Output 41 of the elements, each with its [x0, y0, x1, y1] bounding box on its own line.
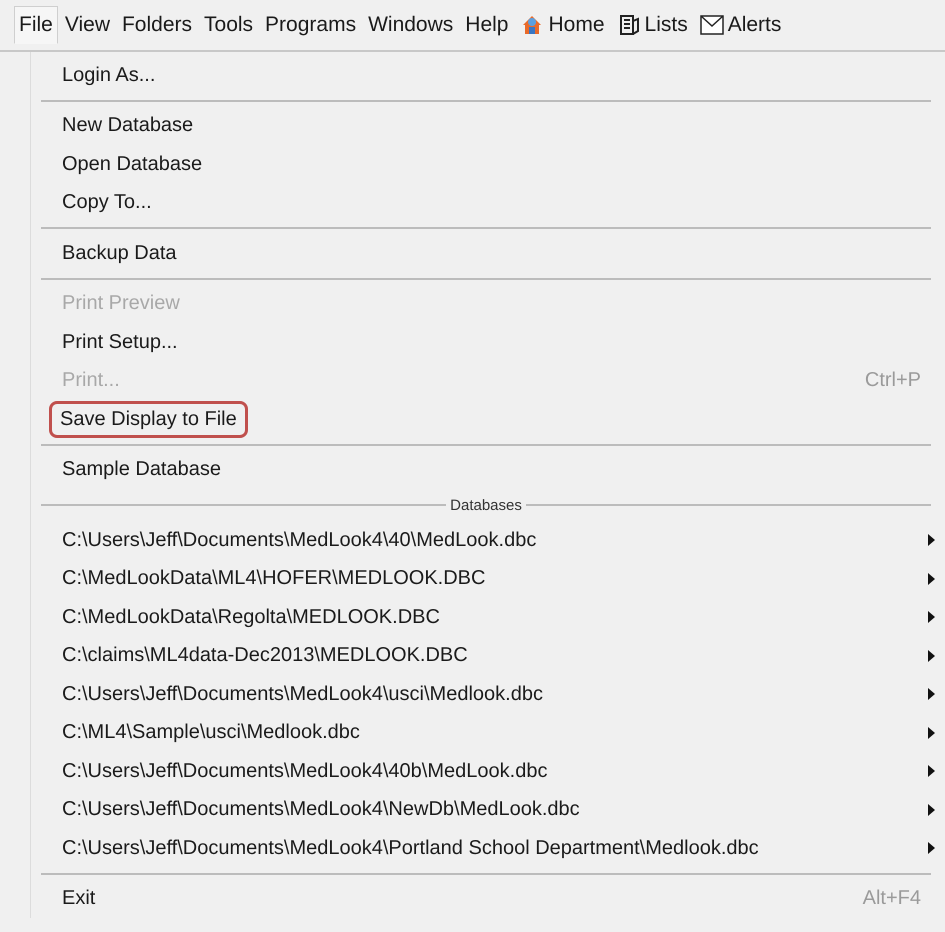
- submenu-arrow-icon: [928, 726, 935, 739]
- menu-bar-item[interactable]: Folders: [116, 6, 198, 44]
- menu-item[interactable]: Open Database: [55, 146, 210, 182]
- menu-item[interactable]: Sample Database: [55, 452, 228, 488]
- menu-item[interactable]: Backup Data: [55, 236, 184, 271]
- menu-item[interactable]: C:\claims\ML4data-Dec2013\MEDLOOK.DBC: [55, 638, 475, 674]
- submenu-arrow-icon: [928, 765, 935, 778]
- menu-bar-item[interactable]: Home: [515, 6, 610, 44]
- menu-bar-item[interactable]: Help: [460, 6, 514, 44]
- menu-item[interactable]: C:\Users\Jeff\Documents\MedLook4\40\MedLook.dbc: [55, 522, 544, 558]
- menu-item[interactable]: Login As...: [55, 58, 162, 93]
- section-header: Databases: [449, 496, 523, 514]
- submenu-arrow-icon: [928, 572, 935, 585]
- menu-bar-item[interactable]: Programs: [260, 6, 362, 44]
- menu-bar-item[interactable]: Alerts: [694, 6, 786, 44]
- envelope-icon: [700, 13, 724, 37]
- menu-item[interactable]: Copy To...: [55, 185, 159, 220]
- menu-item[interactable]: New Database: [55, 108, 200, 144]
- menu-item[interactable]: Save Display to File: [49, 400, 248, 438]
- menu-bar-item[interactable]: Tools: [199, 6, 258, 44]
- menu-item[interactable]: C:\ML4\Sample\usci\Medlook.dbc: [55, 715, 367, 750]
- submenu-arrow-icon: [928, 804, 935, 816]
- menu-item[interactable]: C:\Users\Jeff\Documents\MedLook4\usci\Medlook.dbc: [55, 676, 550, 712]
- menu-item[interactable]: C:\Users\Jeff\Documents\MedLook4\Portland School Department\Medlook.dbc: [55, 830, 766, 866]
- menu-item[interactable]: C:\Users\Jeff\Documents\MedLook4\40b\MedLook.dbc: [55, 754, 554, 789]
- menu-item[interactable]: Print Setup...: [55, 324, 185, 360]
- submenu-arrow-icon: [928, 842, 935, 854]
- shortcut-label: Ctrl+P: [864, 369, 921, 392]
- submenu-arrow-icon: [928, 611, 935, 624]
- menu-item[interactable]: Exit: [55, 881, 102, 916]
- submenu-arrow-icon: [928, 688, 935, 700]
- menu-item[interactable]: C:\MedLookData\ML4\HOFER\MEDLOOK.DBC: [55, 561, 492, 596]
- menu-item[interactable]: C:\Users\Jeff\Documents\MedLook4\NewDb\MedLook.dbc: [55, 792, 587, 828]
- menu-bar-item[interactable]: Windows: [363, 6, 458, 44]
- submenu-arrow-icon: [928, 534, 935, 546]
- submenu-arrow-icon: [928, 650, 935, 662]
- menu-bar-item[interactable]: View: [60, 6, 115, 44]
- menu-bar-item[interactable]: File: [14, 6, 58, 44]
- menu-item[interactable]: C:\MedLookData\Regolta\MEDLOOK.DBC: [55, 600, 447, 635]
- menu-bar-item[interactable]: Lists: [612, 6, 693, 44]
- shortcut-label: Alt+F4: [862, 887, 921, 910]
